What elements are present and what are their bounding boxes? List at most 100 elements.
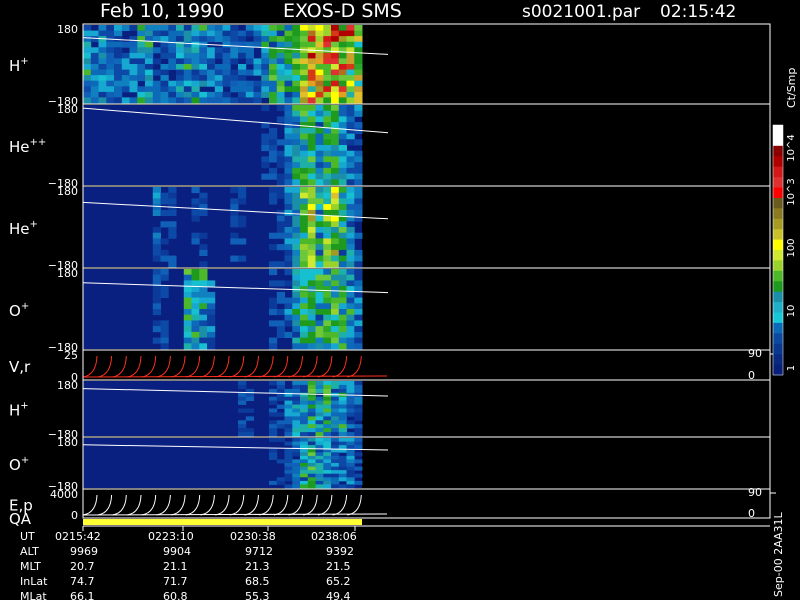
heatmap-cell <box>354 36 363 43</box>
heatmap-cell <box>338 244 347 251</box>
heatmap-cell <box>300 432 309 437</box>
heatmap-cell <box>191 204 200 211</box>
heatmap-cell <box>315 86 324 93</box>
heatmap-cell <box>176 64 185 70</box>
heatmap-cell <box>292 477 301 482</box>
heatmap-cell <box>83 41 92 48</box>
heatmap-cell <box>269 75 278 82</box>
heatmap-cell <box>323 470 332 475</box>
heatmap-cell <box>284 221 293 228</box>
heatmap-cell <box>114 58 123 65</box>
heatmap-cell <box>307 91 316 98</box>
heatmap-cell <box>331 412 340 417</box>
heatmap-cell <box>160 269 169 276</box>
heatmap-cell <box>331 145 340 152</box>
heatmap-cell <box>338 255 347 262</box>
heatmap-cell <box>106 86 115 93</box>
heatmap-cell <box>292 412 301 417</box>
heatmap-cell <box>199 337 208 344</box>
heatmap-cell <box>315 280 324 287</box>
heatmap-cell <box>300 400 309 405</box>
heatmap-cell <box>160 52 169 59</box>
heatmap-cell <box>338 470 347 475</box>
heatmap-cell <box>307 470 316 475</box>
colorbar-swatch <box>773 250 783 261</box>
heatmap-cell <box>323 41 332 48</box>
heatmap-cell <box>238 408 247 413</box>
heatmap-cell <box>284 110 293 117</box>
heatmap-cell <box>300 127 309 134</box>
heatmap-cell <box>183 291 192 298</box>
heatmap-cell <box>307 396 316 401</box>
heatmap-cell <box>300 420 309 425</box>
heatmap-cell <box>315 416 324 421</box>
heatmap-cell <box>168 187 177 194</box>
heatmap-cell <box>331 438 340 442</box>
heatmap-cell <box>346 269 355 276</box>
heatmap-cell <box>245 47 254 54</box>
heatmap-cell <box>354 64 363 70</box>
heatmap-cell <box>191 297 200 304</box>
heatmap-cell <box>261 75 270 82</box>
heatmap-cell <box>307 58 316 65</box>
heatmap-cell <box>354 30 363 37</box>
heatmap-cell <box>129 75 138 82</box>
heatmap-cell <box>338 261 347 268</box>
heatmap-cell <box>245 86 254 93</box>
panel-label: He+ <box>9 219 38 238</box>
heatmap-cell <box>160 80 169 87</box>
heatmap-cell <box>160 326 169 333</box>
heatmap-cell <box>300 139 309 146</box>
heatmap-cell <box>307 400 316 405</box>
heatmap-cell <box>160 86 169 93</box>
heatmap-cell <box>300 173 309 180</box>
heatmap-cell <box>307 412 316 417</box>
heatmap-cell <box>191 337 200 344</box>
heatmap-cell <box>300 105 309 112</box>
heatmap-cell <box>315 320 324 327</box>
heatmap-cell <box>168 58 177 65</box>
heatmap-cell <box>292 320 301 327</box>
heatmap-cell <box>106 64 115 70</box>
heatmap-cell <box>276 86 285 93</box>
heatmap-cell <box>276 388 285 394</box>
heatmap-cell <box>183 337 192 344</box>
panel-label: He++ <box>9 137 46 156</box>
heatmap-cell <box>354 167 363 174</box>
heatmap-cell <box>152 303 161 310</box>
heatmap-cell <box>292 221 301 228</box>
heatmap-cell <box>269 139 278 146</box>
heatmap-cell <box>292 428 301 433</box>
heatmap-cell <box>338 463 347 467</box>
ephemeris-value: 65.2 <box>326 575 351 588</box>
colorbar-tick-label: 1 <box>786 365 797 371</box>
heatmap-cell <box>354 320 363 327</box>
heatmap-cell <box>315 97 324 104</box>
heatmap-cell <box>323 86 332 93</box>
heatmap-cell <box>354 388 363 394</box>
heatmap-cell <box>354 173 363 180</box>
heatmap-cell <box>315 30 324 37</box>
heatmap-cell <box>331 162 340 169</box>
heatmap-cell <box>191 269 200 276</box>
heatmap-cell <box>222 47 231 54</box>
qa-bar <box>83 519 362 525</box>
heatmap-cell <box>354 105 363 112</box>
heatmap-cell <box>276 232 285 239</box>
heatmap-cell <box>230 41 239 48</box>
heatmap-cell <box>83 91 92 98</box>
heatmap-cell <box>245 392 254 398</box>
heatmap-cell <box>338 156 347 163</box>
heatmap-cell <box>300 30 309 37</box>
heatmap-cell <box>106 52 115 59</box>
heatmap-cell <box>292 145 301 152</box>
heatmap-cell <box>315 400 324 405</box>
heatmap-cell <box>331 466 340 471</box>
heatmap-cell <box>230 97 239 104</box>
heatmap-cell <box>338 432 347 437</box>
heatmap-cell <box>160 249 169 256</box>
heatmap-cell <box>292 424 301 429</box>
heatmap-cell <box>137 52 146 59</box>
heatmap-cell <box>331 280 340 287</box>
heatmap-cell <box>307 473 316 478</box>
